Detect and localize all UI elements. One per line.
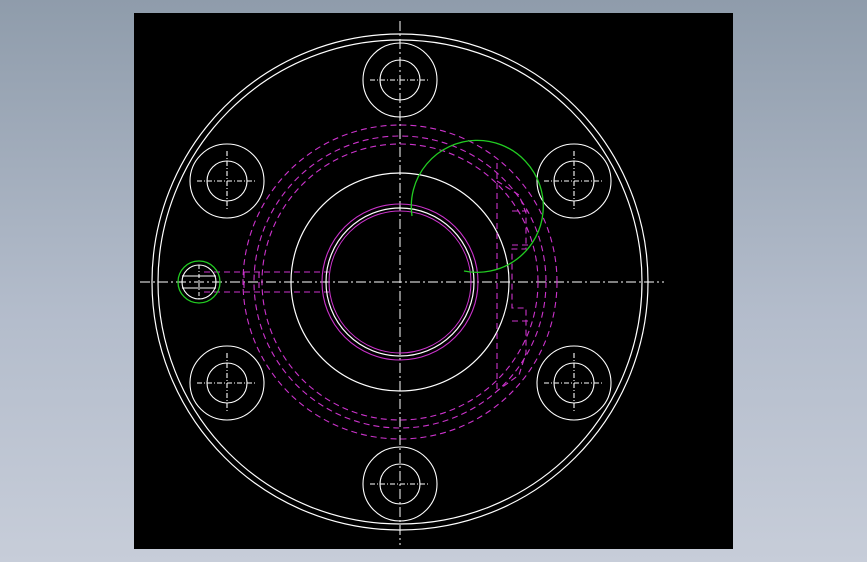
bolt-hole-top xyxy=(362,42,438,118)
bore-thread-arc xyxy=(410,139,544,274)
bolt-hole-top-right xyxy=(536,143,612,219)
bore xyxy=(321,139,544,361)
bolt-hole-bottom-left xyxy=(189,345,265,421)
bolt-hole-bottom-right xyxy=(536,345,612,421)
bolt-hole-top-left xyxy=(189,143,265,219)
flange-drawing xyxy=(140,21,664,545)
cad-viewport[interactable] xyxy=(134,13,733,549)
